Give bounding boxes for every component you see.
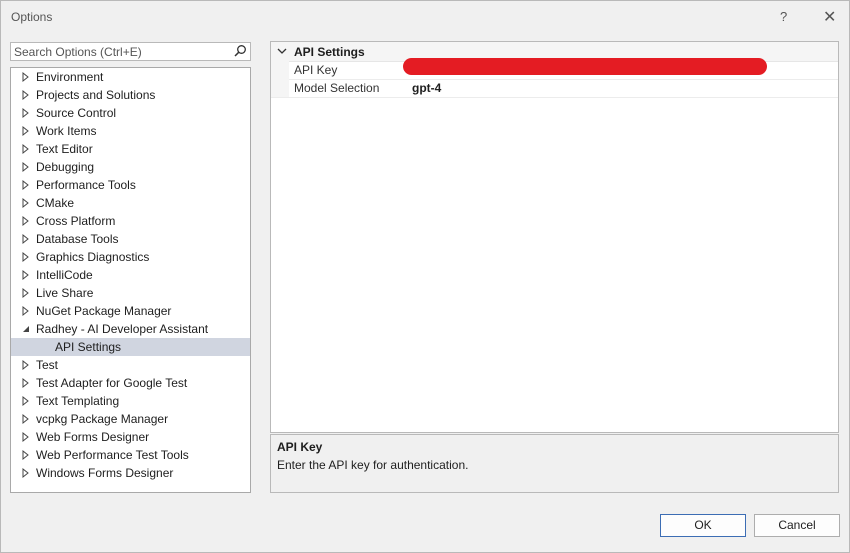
- expand-arrow-icon[interactable]: [21, 428, 31, 446]
- expand-arrow-icon[interactable]: [21, 446, 31, 464]
- tree-item-api-settings[interactable]: API Settings: [11, 338, 250, 356]
- property-name: Model Selection: [294, 81, 380, 95]
- expand-arrow-icon[interactable]: [21, 464, 31, 482]
- tree-item-label: Windows Forms Designer: [36, 466, 174, 480]
- options-dialog: Options ? ✕ Environment Projects and Sol…: [0, 0, 850, 553]
- tree-item-label: Environment: [36, 70, 104, 84]
- expand-arrow-icon[interactable]: [21, 302, 31, 320]
- tree-item-label: Radhey - AI Developer Assistant: [36, 322, 209, 336]
- tree-item-vcpkg-package-manager[interactable]: vcpkg Package Manager: [11, 410, 250, 428]
- tree-item-radhey-ai-developer-assistant[interactable]: Radhey - AI Developer Assistant: [11, 320, 250, 338]
- tree-item-label: Test Adapter for Google Test: [36, 376, 188, 390]
- tree-item-label: Source Control: [36, 106, 117, 120]
- search-icon[interactable]: [233, 44, 247, 58]
- property-row-api-key[interactable]: API Key: [271, 58, 838, 80]
- tree-item-label: IntelliCode: [36, 268, 93, 282]
- tree-item-text-editor[interactable]: Text Editor: [11, 140, 250, 158]
- tree-item-label: Graphics Diagnostics: [36, 250, 150, 264]
- expand-arrow-icon[interactable]: [21, 410, 31, 428]
- expand-arrow-icon[interactable]: [21, 176, 31, 194]
- tree-item-work-items[interactable]: Work Items: [11, 122, 250, 140]
- tree-item-label: Live Share: [36, 286, 94, 300]
- tree-item-label: API Settings: [55, 340, 122, 354]
- tree-item-test-adapter-for-google-test[interactable]: Test Adapter for Google Test: [11, 374, 250, 392]
- tree-item-nuget-package-manager[interactable]: NuGet Package Manager: [11, 302, 250, 320]
- expand-arrow-icon[interactable]: [21, 374, 31, 392]
- property-grid: API Settings API Key Model Selection gpt…: [270, 41, 839, 433]
- tree-item-debugging[interactable]: Debugging: [11, 158, 250, 176]
- tree-item-label: Projects and Solutions: [36, 88, 156, 102]
- ok-button[interactable]: OK: [660, 514, 746, 537]
- tree-item-label: Database Tools: [36, 232, 119, 246]
- tree-item-cross-platform[interactable]: Cross Platform: [11, 212, 250, 230]
- tree-item-intellicode[interactable]: IntelliCode: [11, 266, 250, 284]
- expand-arrow-icon[interactable]: [21, 104, 31, 122]
- description-panel: API Key Enter the API key for authentica…: [270, 434, 839, 493]
- property-value[interactable]: gpt-4: [412, 81, 441, 95]
- search-box[interactable]: [10, 42, 251, 61]
- expand-arrow-icon[interactable]: [21, 140, 31, 158]
- expand-arrow-icon[interactable]: [21, 248, 31, 266]
- property-name: API Key: [294, 63, 338, 77]
- expand-arrow-icon[interactable]: [21, 86, 31, 104]
- tree-item-label: Web Performance Test Tools: [36, 448, 189, 462]
- description-text: Enter the API key for authentication.: [277, 458, 469, 472]
- expand-arrow-icon[interactable]: [21, 356, 31, 374]
- tree-item-label: Text Editor: [36, 142, 93, 156]
- search-input[interactable]: [14, 44, 229, 59]
- tree-item-database-tools[interactable]: Database Tools: [11, 230, 250, 248]
- tree-item-projects-and-solutions[interactable]: Projects and Solutions: [11, 86, 250, 104]
- tree-item-environment[interactable]: Environment: [11, 68, 250, 86]
- tree-item-label: CMake: [36, 196, 75, 210]
- help-button[interactable]: ?: [780, 9, 787, 24]
- expand-arrow-icon[interactable]: [21, 266, 31, 284]
- tree-item-label: Debugging: [36, 160, 95, 174]
- tree-item-cmake[interactable]: CMake: [11, 194, 250, 212]
- tree-item-label: Performance Tools: [36, 178, 136, 192]
- cancel-button[interactable]: Cancel: [754, 514, 840, 537]
- tree-item-label: Web Forms Designer: [36, 430, 150, 444]
- expand-arrow-icon[interactable]: [21, 212, 31, 230]
- expand-arrow-icon[interactable]: [21, 392, 31, 410]
- close-button[interactable]: ✕: [823, 7, 836, 27]
- expand-arrow-icon[interactable]: [21, 284, 31, 302]
- tree-item-label: Test: [36, 358, 59, 372]
- expand-arrow-icon[interactable]: [21, 158, 31, 176]
- redaction-mark: [403, 58, 767, 75]
- tree-item-windows-forms-designer[interactable]: Windows Forms Designer: [11, 464, 250, 482]
- title-bar: Options ? ✕: [1, 1, 849, 33]
- tree-item-live-share[interactable]: Live Share: [11, 284, 250, 302]
- row-gutter: [271, 61, 289, 79]
- collapse-chevron-icon[interactable]: [277, 46, 287, 56]
- tree-item-source-control[interactable]: Source Control: [11, 104, 250, 122]
- tree-item-label: NuGet Package Manager: [36, 304, 172, 318]
- expand-arrow-icon[interactable]: [21, 122, 31, 140]
- tree-item-web-performance-test-tools[interactable]: Web Performance Test Tools: [11, 446, 250, 464]
- category-label: API Settings: [294, 45, 365, 59]
- collapse-arrow-icon[interactable]: [21, 320, 31, 338]
- row-gutter: [271, 79, 289, 97]
- tree-item-label: Cross Platform: [36, 214, 116, 228]
- tree-item-label: Text Templating: [36, 394, 120, 408]
- tree-item-graphics-diagnostics[interactable]: Graphics Diagnostics: [11, 248, 250, 266]
- description-title: API Key: [277, 440, 323, 454]
- tree-item-text-templating[interactable]: Text Templating: [11, 392, 250, 410]
- tree-item-label: Work Items: [36, 124, 97, 138]
- expand-arrow-icon[interactable]: [21, 68, 31, 86]
- window-title: Options: [11, 10, 53, 24]
- tree-item-test[interactable]: Test: [11, 356, 250, 374]
- tree-item-web-forms-designer[interactable]: Web Forms Designer: [11, 428, 250, 446]
- expand-arrow-icon[interactable]: [21, 194, 31, 212]
- options-tree[interactable]: Environment Projects and Solutions Sourc…: [10, 67, 251, 493]
- tree-item-label: vcpkg Package Manager: [36, 412, 169, 426]
- expand-arrow-icon[interactable]: [21, 230, 31, 248]
- tree-item-performance-tools[interactable]: Performance Tools: [11, 176, 250, 194]
- property-row-model-selection[interactable]: Model Selection gpt-4: [271, 79, 838, 98]
